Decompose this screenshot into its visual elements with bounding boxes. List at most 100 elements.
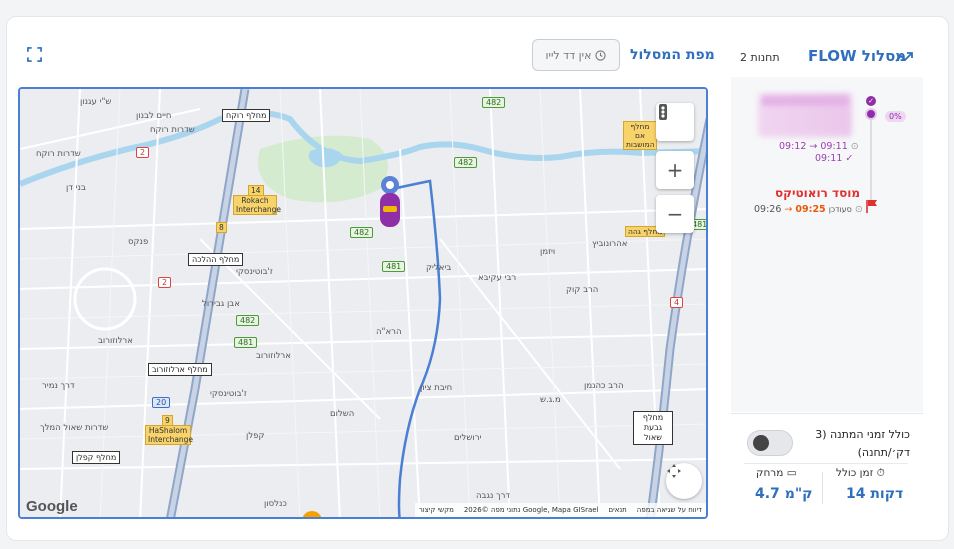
- street-label: ז'בוטינסקי: [210, 389, 247, 399]
- attribution-data: נתוני מפה ©2026 Google, Mapa GISrael: [463, 506, 599, 514]
- street-label: שדרות רוקח: [36, 149, 81, 159]
- street-label: קפלן: [246, 431, 265, 441]
- street-label: דרך נגבה: [476, 491, 511, 501]
- road-shield: 482: [454, 157, 478, 168]
- road-shield: 481: [234, 337, 258, 348]
- street-label: ארלוזורוב: [98, 336, 133, 346]
- stats-divider: [744, 463, 908, 464]
- stations-count: 2 תחנות: [740, 51, 780, 64]
- stop-marker[interactable]: [865, 108, 877, 120]
- street-label: הרא"ה: [376, 327, 402, 337]
- street-label: שדרות שאול המלך: [40, 423, 109, 433]
- toggle-knob: [753, 435, 769, 451]
- rokach-interchange-label: Rokach Interchange: [233, 195, 281, 215]
- distance-value: 4.7 ק"מ: [755, 486, 813, 502]
- stop-address-blurred: [762, 96, 848, 106]
- stat-separator: [822, 472, 823, 504]
- exit-number: 8: [216, 222, 227, 233]
- road-shield: 4: [670, 297, 684, 308]
- google-logo: Google: [26, 498, 78, 515]
- interchange-label: מחלף גבעת שאול: [633, 411, 673, 445]
- total-time-label: זמן כולל ⏱: [836, 467, 885, 480]
- plus-icon: +: [666, 158, 684, 182]
- check-icon: ✓: [866, 96, 876, 106]
- interchange-label: מחלף ארלוזורוב: [148, 363, 212, 376]
- street-label: הרב קוק: [566, 285, 599, 295]
- arrow-icon: →: [784, 204, 793, 215]
- road-shield: 20: [152, 397, 171, 408]
- map-attribution: מקשי קיצור נתוני מפה ©2026 Google, Mapa …: [414, 503, 706, 517]
- street-label: ביאליק: [426, 263, 452, 273]
- distance-label-text: מרחק: [756, 467, 784, 479]
- progress-badge: 0%: [885, 111, 906, 122]
- street-label: חיבת ציון: [420, 383, 453, 393]
- distance-label: מרחק ▭: [756, 467, 797, 479]
- recenter-button[interactable]: [666, 463, 702, 499]
- total-time-value: 14 דקות: [846, 486, 904, 502]
- dest-late: 09:25: [795, 204, 826, 215]
- flag-icon: [866, 200, 877, 213]
- timer-icon: ⏱: [876, 467, 885, 479]
- stop1-times: 09:12 → 09:11 ⊙: [779, 141, 859, 152]
- map-base: [20, 89, 706, 517]
- interchange-label: מחלף קפלן: [72, 451, 121, 464]
- move-icon: [667, 464, 681, 478]
- stop1-times-text: 09:12 → 09:11: [779, 141, 848, 152]
- clock-icon: [595, 49, 607, 61]
- interchange-label: מחלף ההלכה: [188, 253, 244, 266]
- attribution-keys[interactable]: מקשי קיצור: [419, 506, 454, 514]
- road-shield: 482: [350, 227, 374, 238]
- road-shield: 482: [236, 315, 260, 326]
- road-shield: 2: [136, 147, 150, 158]
- flow-title: FLOW מסלול: [808, 47, 907, 65]
- dest-planned: 09:26: [754, 204, 782, 215]
- fullscreen-icon[interactable]: [27, 47, 42, 62]
- total-time-label-text: זמן כולל: [836, 467, 874, 479]
- interchange-label: מחלף רוקח: [222, 109, 271, 122]
- street-label: ירושלים: [454, 433, 482, 443]
- street-label: פנקס: [128, 237, 149, 247]
- street-label: ז'בוטינסקי: [236, 267, 273, 277]
- ruler-icon: ▭: [786, 467, 797, 479]
- destination-name[interactable]: מוסד רואוטיקס: [775, 186, 860, 200]
- road-shield: 2: [158, 277, 172, 288]
- clock-icon: ⊙: [854, 204, 863, 215]
- live-button-label: אין דד לייו: [545, 48, 592, 62]
- trend-icon: [895, 52, 913, 62]
- street-label: ש"י עגנון: [80, 97, 112, 107]
- street-label: חיים לבנון: [136, 111, 172, 121]
- street-label: שדרות רוקח: [150, 125, 195, 135]
- street-label: דרך נמיר: [42, 381, 75, 391]
- street-label: הרב כהנמן: [584, 381, 624, 391]
- street-label: השלום: [330, 409, 355, 419]
- road-shield: 481: [382, 261, 406, 272]
- attribution-terms[interactable]: תנאים: [608, 506, 626, 514]
- route-map[interactable]: מחלף רוקח מחלף ההלכה מחלף ארלוזורוב מחלף…: [18, 87, 708, 519]
- hashalom-interchange-label: HaShalom Interchange: [145, 425, 193, 445]
- timeline-track: [870, 112, 872, 202]
- minus-icon: −: [666, 202, 684, 226]
- wait-time-toggle[interactable]: [747, 430, 793, 456]
- traffic-light-icon: [659, 104, 667, 120]
- stop1-actual-text: 09:11: [815, 153, 843, 164]
- street-label: אהרונוביץ: [592, 239, 628, 249]
- road-shield: 482: [482, 97, 506, 108]
- zoom-out-button[interactable]: −: [656, 195, 694, 233]
- street-label: ויזמן: [540, 247, 556, 257]
- map-title: מפת המסלול: [630, 47, 715, 63]
- live-toggle-button[interactable]: אין דד לייו: [532, 39, 620, 71]
- street-label: בני דן: [66, 183, 86, 193]
- clock-icon: ⊙: [850, 141, 859, 152]
- attribution-report[interactable]: דיווח על שגיאה במפה: [637, 506, 702, 514]
- traffic-layer-button[interactable]: [656, 103, 694, 141]
- wait-time-label: כולל זמני המתנה (3 דק׳/תחנה): [815, 428, 910, 459]
- street-label: אבן גבירול: [202, 299, 240, 309]
- street-label: רבי עקיבא: [478, 273, 517, 283]
- street-label: כנלסון: [264, 499, 287, 509]
- stop1-actual: 09:11 ✓: [815, 153, 853, 164]
- zoom-in-button[interactable]: +: [656, 151, 694, 189]
- interchange-label: מחלף אם המושבות: [623, 121, 657, 150]
- street-label: מ.ג.ש: [540, 395, 561, 405]
- dest-late-label: סעודכן: [828, 205, 852, 214]
- destination-times: 09:26 → 09:25 סעודכן ⊙: [754, 204, 863, 215]
